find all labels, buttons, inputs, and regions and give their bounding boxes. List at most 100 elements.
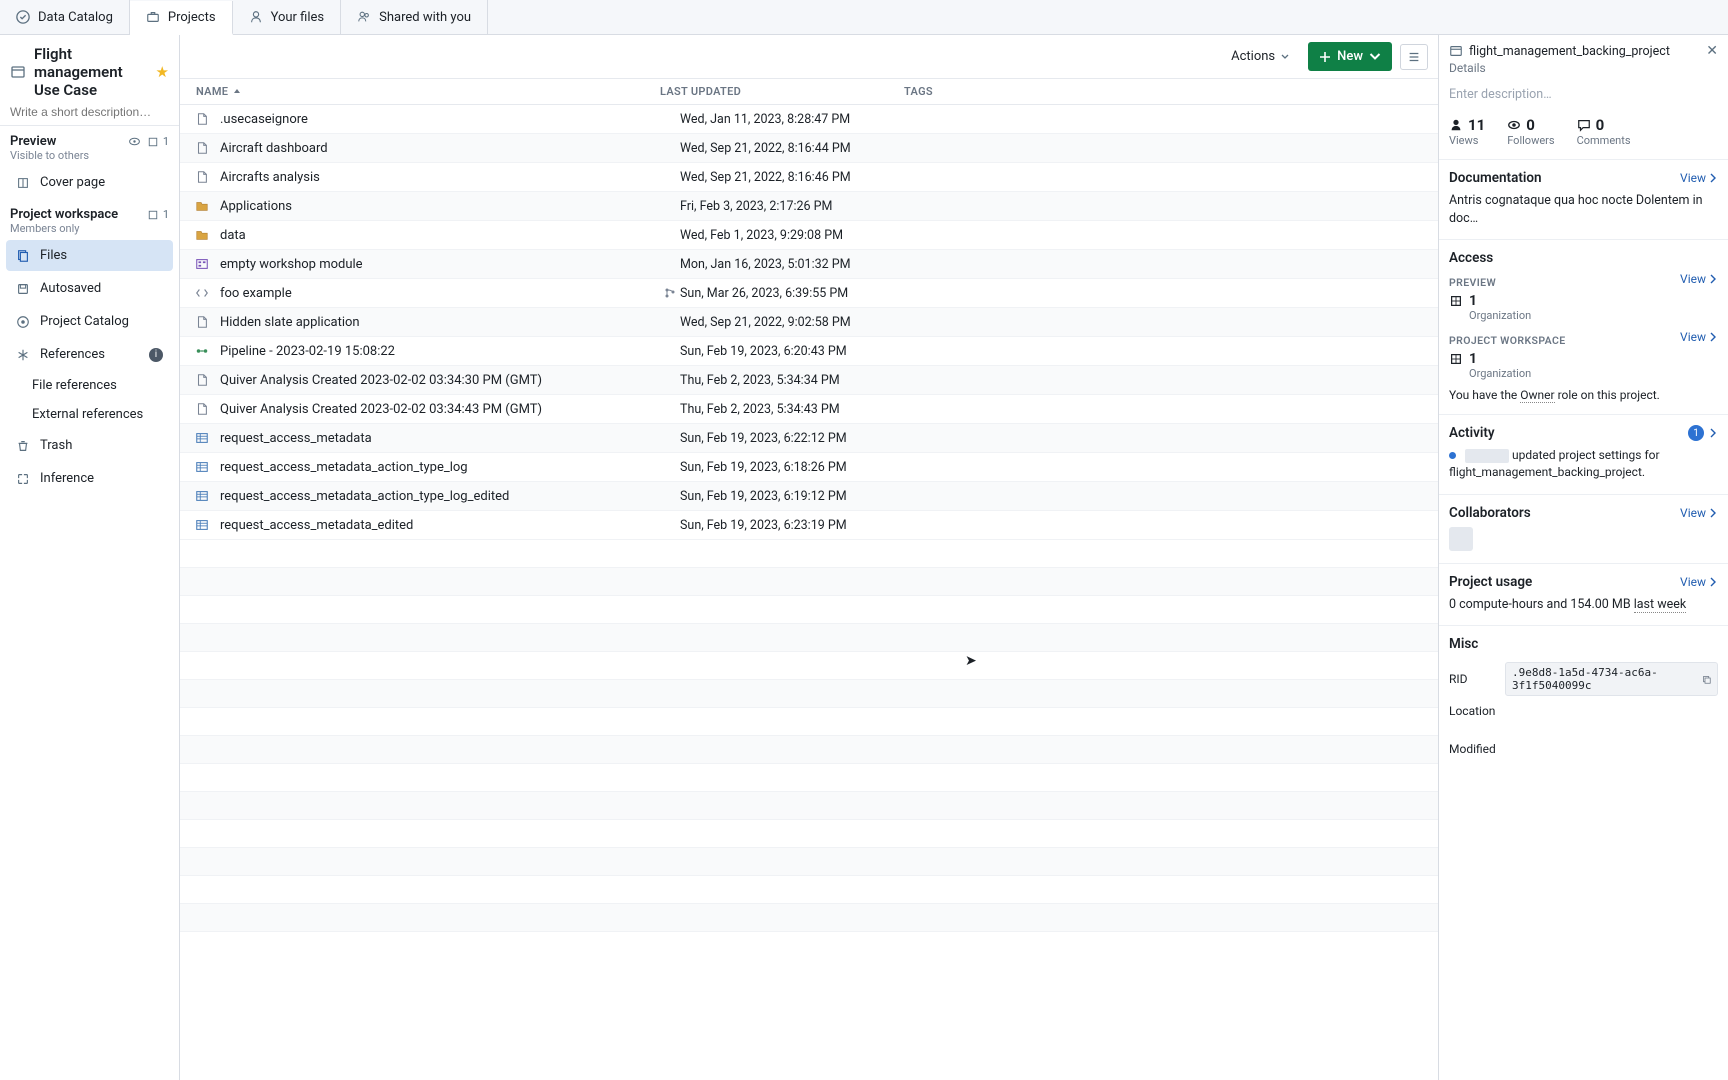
details-description-input[interactable]: Enter description… [1439, 83, 1728, 114]
col-updated-header[interactable]: LAST UPDATED [660, 85, 904, 98]
nav-project-catalog[interactable]: Project Catalog [6, 306, 173, 337]
user-placeholder [1465, 449, 1509, 463]
empty-row [180, 708, 1438, 736]
pipeline-icon [194, 343, 210, 359]
project-description-input[interactable] [10, 99, 169, 121]
empty-row [180, 848, 1438, 876]
file-updated: Thu, Feb 2, 2023, 5:34:43 PM [680, 402, 924, 417]
rid-value[interactable]: .9e8d8-1a5d-4734-ac6a-3f1f5040099c [1505, 662, 1718, 696]
view-doc-link[interactable]: View [1680, 171, 1718, 185]
nav-cover-page[interactable]: Cover page [6, 167, 173, 198]
plus-icon [1319, 51, 1331, 63]
nav-inference[interactable]: Inference [6, 463, 173, 494]
file-icon [194, 401, 210, 417]
file-icon [194, 314, 210, 330]
caret-down-icon [1281, 53, 1289, 61]
table-row[interactable]: request_access_metadataSun, Feb 19, 2023… [180, 424, 1438, 453]
eye-icon[interactable] [128, 135, 141, 148]
star-icon[interactable]: ★ [156, 63, 169, 81]
file-updated: Wed, Feb 1, 2023, 9:29:08 PM [680, 228, 924, 243]
table-row[interactable]: Aircraft dashboard Wed, Sep 21, 2022, 8:1… [180, 134, 1438, 163]
view-collaborators-link[interactable]: View [1680, 506, 1718, 520]
stat-views: 11 Views [1449, 116, 1485, 147]
table-row[interactable]: Pipeline - 2023-02-19 15:08:22Sun, Feb 1… [180, 337, 1438, 366]
tab-your-files[interactable]: Your files [233, 0, 342, 34]
list-icon [1407, 50, 1421, 64]
table-row[interactable]: foo exampleSun, Mar 26, 2023, 6:39:55 PM [180, 279, 1438, 308]
details-panel: flight_management_backing_project ✕ Deta… [1438, 35, 1728, 1080]
table-row[interactable]: Hidden slate applicationWed, Sep 21, 202… [180, 308, 1438, 337]
details-title: flight_management_backing_project [1469, 44, 1670, 59]
nav-file-references[interactable]: File references [0, 371, 179, 400]
empty-row [180, 568, 1438, 596]
file-name: request_access_metadata_edited [220, 518, 660, 533]
copy-icon[interactable] [1702, 674, 1711, 685]
col-tags-header[interactable]: TAGS [904, 85, 1424, 98]
view-access-workspace-link[interactable]: View [1680, 330, 1718, 344]
chevron-right-icon [1708, 332, 1718, 342]
empty-row [180, 624, 1438, 652]
file-icon [194, 372, 210, 388]
view-access-preview-link[interactable]: View [1680, 272, 1718, 286]
file-name: request_access_metadata_action_type_log_… [220, 489, 660, 504]
nav-files[interactable]: Files [6, 240, 173, 271]
file-updated: Sun, Feb 19, 2023, 6:20:43 PM [680, 344, 924, 359]
close-details-button[interactable]: ✕ [1706, 43, 1718, 59]
branch-indicator [660, 287, 680, 299]
info-icon: i [149, 348, 163, 362]
check-circle-icon [16, 10, 30, 24]
table-row[interactable]: .usecaseignoreWed, Jan 11, 2023, 8:28:47… [180, 105, 1438, 134]
project-icon [1449, 44, 1463, 58]
table-row[interactable]: Quiver Analysis Created 2023-02-02 03:34… [180, 366, 1438, 395]
new-button[interactable]: New [1308, 42, 1392, 71]
file-updated: Fri, Feb 3, 2023, 2:17:26 PM [680, 199, 924, 214]
folder-icon [194, 198, 210, 214]
table-row[interactable]: Aircrafts analysisWed, Sep 21, 2022, 8:1… [180, 163, 1438, 192]
file-updated: Wed, Sep 21, 2022, 8:16:44 PM [680, 141, 924, 156]
actions-dropdown[interactable]: Actions [1220, 42, 1300, 71]
file-name: request_access_metadata [220, 431, 660, 446]
content-toolbar: Actions New [180, 35, 1438, 79]
dataset-icon [194, 517, 210, 533]
tab-label: Data Catalog [38, 10, 113, 25]
nav-trash[interactable]: Trash [6, 430, 173, 461]
tab-data-catalog[interactable]: Data Catalog [0, 0, 130, 34]
misc-location-row: Location [1449, 700, 1718, 722]
table-row[interactable]: ApplicationsFri, Feb 3, 2023, 2:17:26 PM [180, 192, 1438, 221]
file-updated: Mon, Jan 16, 2023, 5:01:32 PM [680, 257, 924, 272]
chevron-right-icon [1708, 508, 1718, 518]
usage-text: 0 compute-hours and 154.00 MB last week [1449, 596, 1718, 614]
file-name: foo example [220, 286, 660, 301]
workspace-section: Project workspace 1 Members only [0, 199, 179, 239]
chevron-right-icon[interactable] [1708, 428, 1718, 438]
tab-shared[interactable]: Shared with you [341, 0, 488, 34]
file-name: Aircraft dashboard [220, 141, 660, 156]
collaborator-avatar[interactable] [1449, 527, 1473, 551]
tab-projects[interactable]: Projects [130, 1, 233, 35]
preview-section: Preview 1 Visible to others [0, 126, 179, 166]
file-name: Quiver Analysis Created 2023-02-02 03:34… [220, 373, 660, 388]
nav-autosaved[interactable]: Autosaved [6, 273, 173, 304]
table-row[interactable]: request_access_metadata_action_type_logS… [180, 453, 1438, 482]
table-row[interactable]: request_access_metadata_editedSun, Feb 1… [180, 511, 1438, 540]
nav-external-references[interactable]: External references [0, 400, 179, 429]
expand-icon [16, 472, 30, 486]
table-row[interactable]: Quiver Analysis Created 2023-02-02 03:34… [180, 395, 1438, 424]
empty-row [180, 652, 1438, 680]
table-row[interactable]: dataWed, Feb 1, 2023, 9:29:08 PM [180, 221, 1438, 250]
workspace-sub: Members only [10, 222, 169, 235]
dataset-icon [194, 430, 210, 446]
empty-row [180, 596, 1438, 624]
file-updated: Wed, Jan 11, 2023, 8:28:47 PM [680, 112, 924, 127]
view-usage-link[interactable]: View [1680, 575, 1718, 589]
table-row[interactable]: request_access_metadata_action_type_log_… [180, 482, 1438, 511]
trash-icon [16, 439, 30, 453]
col-name-header[interactable]: NAME [194, 85, 660, 98]
nav-references[interactable]: References i [6, 339, 173, 370]
tab-label: Your files [271, 10, 325, 25]
view-toggle-button[interactable] [1400, 44, 1428, 70]
table-row[interactable]: empty workshop moduleMon, Jan 16, 2023, … [180, 250, 1438, 279]
file-icon [194, 111, 210, 127]
activity-section: Activity 1 updated project settings for … [1439, 415, 1728, 495]
book-icon [16, 176, 30, 190]
